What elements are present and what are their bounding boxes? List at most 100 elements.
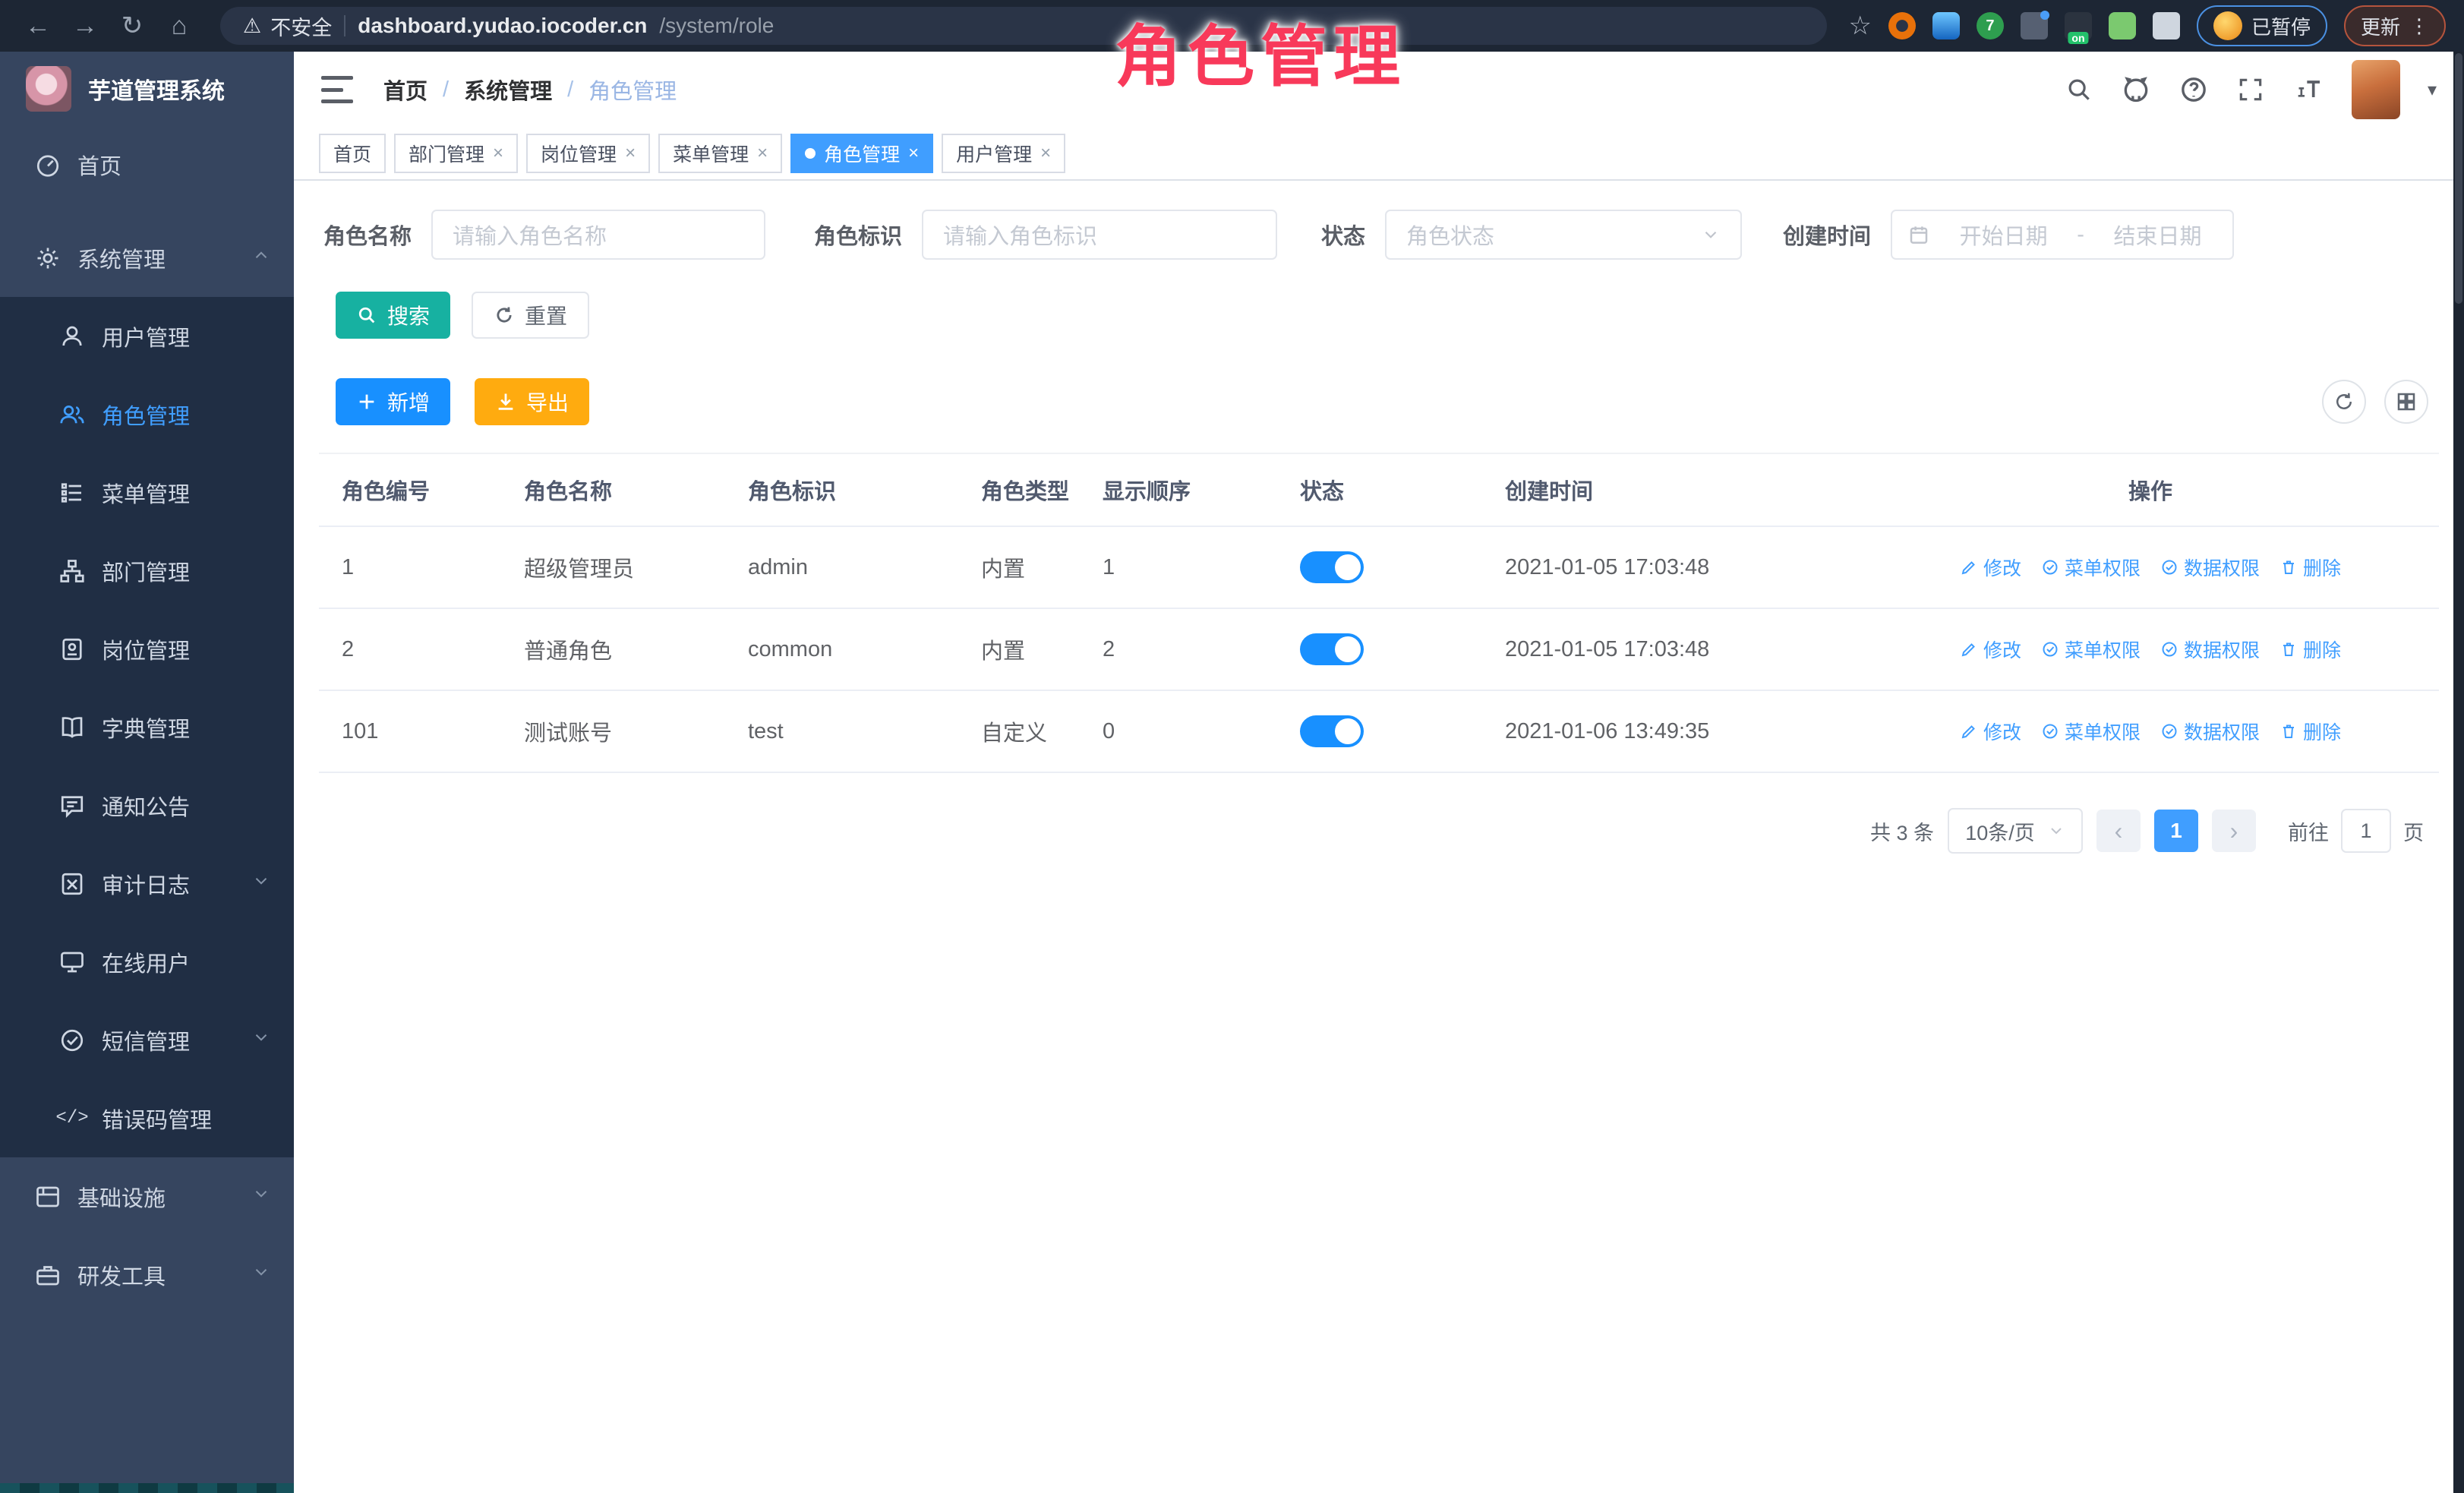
- sidebar-item-users[interactable]: 用户管理: [0, 297, 294, 375]
- refresh-table-button[interactable]: [2322, 380, 2366, 424]
- sidebar-item-infrastructure[interactable]: 基础设施: [0, 1157, 294, 1236]
- status-select[interactable]: 角色状态: [1385, 210, 1742, 260]
- next-page-button[interactable]: ›: [2212, 810, 2256, 852]
- sidebar-item-menus[interactable]: 菜单管理: [0, 453, 294, 532]
- tab-users[interactable]: 用户管理×: [942, 134, 1065, 173]
- profile-avatar: [2213, 11, 2242, 40]
- current-page-button[interactable]: 1: [2154, 810, 2198, 852]
- menu-permission-link[interactable]: 菜单权限: [2041, 718, 2141, 745]
- role-key-input[interactable]: 请输入角色标识: [922, 210, 1277, 260]
- sidebar-item-notices[interactable]: 通知公告: [0, 766, 294, 844]
- user-avatar[interactable]: [2352, 60, 2400, 119]
- profile-paused-chip[interactable]: 已暂停: [2197, 5, 2327, 46]
- sidebar-item-sms[interactable]: 短信管理: [0, 1001, 294, 1079]
- browser-home-icon[interactable]: ⌂: [159, 11, 199, 41]
- sidebar-item-audit-logs[interactable]: 审计日志: [0, 844, 294, 923]
- end-date-input[interactable]: 结束日期: [2098, 219, 2217, 251]
- data-permission-link[interactable]: 数据权限: [2160, 636, 2260, 663]
- status-toggle[interactable]: [1300, 551, 1364, 583]
- tab-roles[interactable]: 角色管理×: [790, 134, 933, 173]
- app-logo-row[interactable]: 芋道管理系统: [0, 52, 294, 125]
- sidebar-item-error-codes[interactable]: </> 错误码管理: [0, 1079, 294, 1157]
- tab-departments[interactable]: 部门管理×: [394, 134, 518, 173]
- sidebar-item-dev-tools[interactable]: 研发工具: [0, 1236, 294, 1314]
- data-permission-link[interactable]: 数据权限: [2160, 554, 2260, 581]
- start-date-input[interactable]: 开始日期: [1944, 219, 2063, 251]
- page-size-select[interactable]: 10条/页: [1948, 808, 2083, 854]
- breadcrumb-home[interactable]: 首页: [383, 74, 427, 106]
- sidebar-item-online-users[interactable]: 在线用户: [0, 923, 294, 1001]
- extension-icon-seven[interactable]: 7: [1977, 12, 2004, 39]
- browser-forward-icon[interactable]: →: [65, 11, 105, 41]
- list-icon: [58, 478, 87, 507]
- chrome-menu-icon[interactable]: ⋮: [2409, 14, 2429, 38]
- chrome-update-button[interactable]: 更新 ⋮: [2344, 5, 2446, 46]
- prev-page-button[interactable]: ‹: [2096, 810, 2141, 852]
- cell-sort: 0: [1080, 690, 1277, 772]
- edit-link[interactable]: 修改: [1960, 554, 2021, 581]
- circle-check-icon: [2041, 722, 2059, 740]
- scrollbar-thumb[interactable]: [2455, 53, 2462, 304]
- tags-view-bar: 首页 部门管理× 岗位管理× 菜单管理× 角色管理× 用户管理×: [294, 128, 2464, 181]
- fullscreen-icon[interactable]: [2236, 75, 2265, 104]
- breadcrumb-system[interactable]: 系统管理: [464, 74, 552, 106]
- column-settings-button[interactable]: [2384, 380, 2428, 424]
- sidebar-item-system[interactable]: 系统管理: [0, 219, 294, 297]
- delete-link[interactable]: 删除: [2279, 718, 2341, 745]
- cell-sort: 1: [1080, 526, 1277, 608]
- browser-back-icon[interactable]: ←: [18, 11, 58, 41]
- sidebar-item-posts[interactable]: 岗位管理: [0, 610, 294, 688]
- edit-link[interactable]: 修改: [1960, 718, 2021, 745]
- close-tab-icon[interactable]: ×: [493, 143, 503, 164]
- sidebar-item-departments[interactable]: 部门管理: [0, 532, 294, 610]
- close-tab-icon[interactable]: ×: [1040, 143, 1051, 164]
- extension-icon-orange[interactable]: [1888, 12, 1916, 39]
- browser-scrollbar[interactable]: [2453, 52, 2464, 1493]
- org-tree-icon: [58, 557, 87, 586]
- sidebar-item-dictionary[interactable]: 字典管理: [0, 688, 294, 766]
- close-tab-icon[interactable]: ×: [625, 143, 636, 164]
- search-button[interactable]: 搜索: [336, 292, 450, 339]
- annotation-title: 角色管理: [1115, 3, 1406, 99]
- add-button[interactable]: 新增: [336, 378, 450, 425]
- breadcrumb-current: 角色管理: [588, 74, 677, 106]
- extension-icon-blue[interactable]: [1932, 12, 1960, 39]
- close-tab-icon[interactable]: ×: [908, 143, 919, 164]
- data-permission-link[interactable]: 数据权限: [2160, 718, 2260, 745]
- menu-permission-link[interactable]: 菜单权限: [2041, 636, 2141, 663]
- sidebar-item-roles[interactable]: 角色管理: [0, 375, 294, 453]
- delete-link[interactable]: 删除: [2279, 554, 2341, 581]
- goto-page-input[interactable]: 1: [2341, 809, 2391, 853]
- chevron-down-icon: [251, 1027, 271, 1053]
- extensions-puzzle-icon[interactable]: [2153, 12, 2180, 39]
- status-toggle[interactable]: [1300, 633, 1364, 665]
- tab-posts[interactable]: 岗位管理×: [526, 134, 650, 173]
- total-count: 共 3 条: [1870, 816, 1934, 846]
- search-form: 角色名称 请输入角色名称 角色标识 请输入角色标识 状态 角色状态 创建时间 开…: [323, 210, 2439, 260]
- delete-link[interactable]: 删除: [2279, 636, 2341, 663]
- github-icon[interactable]: [2121, 74, 2151, 105]
- bookmark-star-icon[interactable]: ☆: [1848, 11, 1871, 41]
- extension-icon-switch[interactable]: on: [2065, 12, 2092, 39]
- search-icon[interactable]: [2065, 75, 2093, 104]
- status-toggle[interactable]: [1300, 715, 1364, 747]
- tab-menus[interactable]: 菜单管理×: [658, 134, 782, 173]
- help-icon[interactable]: [2178, 74, 2209, 105]
- tab-home[interactable]: 首页: [319, 134, 386, 173]
- security-warning[interactable]: ⚠ 不安全: [243, 11, 332, 41]
- export-button[interactable]: 导出: [475, 378, 589, 425]
- extension-icon-grid[interactable]: [2021, 12, 2048, 39]
- avatar-caret-icon[interactable]: ▾: [2428, 79, 2437, 101]
- role-name-input[interactable]: 请输入角色名称: [431, 210, 765, 260]
- sidebar-item-home[interactable]: 首页: [0, 125, 294, 204]
- reset-button[interactable]: 重置: [472, 292, 589, 339]
- date-range-picker[interactable]: 开始日期 - 结束日期: [1891, 210, 2234, 260]
- font-size-icon[interactable]: [2292, 74, 2324, 105]
- extension-icon-green[interactable]: [2109, 12, 2136, 39]
- browser-reload-icon[interactable]: ↻: [112, 11, 152, 41]
- hamburger-icon[interactable]: [321, 76, 353, 103]
- menu-permission-link[interactable]: 菜单权限: [2041, 554, 2141, 581]
- edit-link[interactable]: 修改: [1960, 636, 2021, 663]
- close-tab-icon[interactable]: ×: [757, 143, 768, 164]
- url-bar[interactable]: ⚠ 不安全 dashboard.yudao.iocoder.cn /system…: [220, 7, 1827, 45]
